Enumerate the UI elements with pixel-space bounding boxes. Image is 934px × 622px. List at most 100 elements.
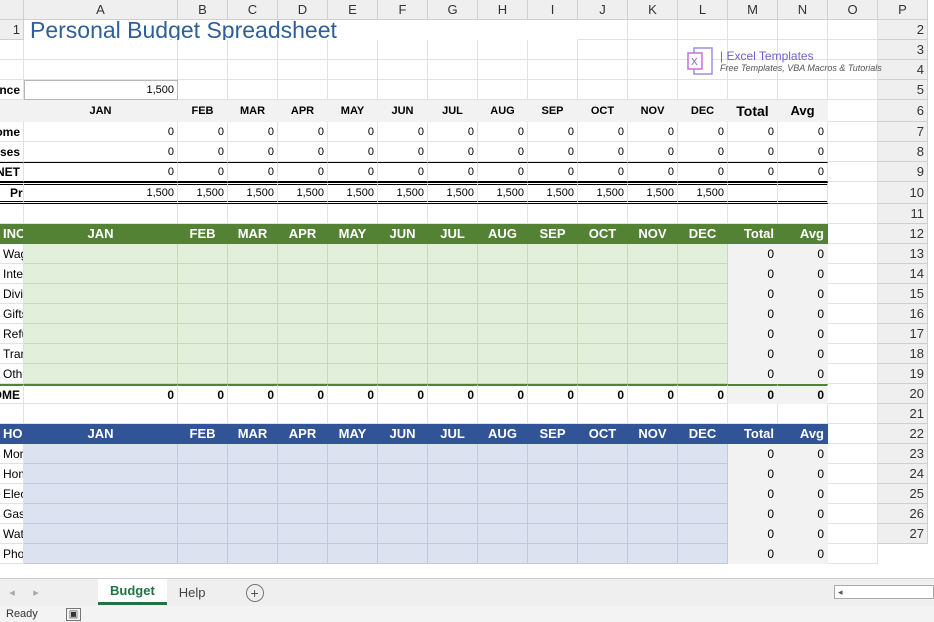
summary-value[interactable]: 0 <box>478 122 528 142</box>
scroll-left-icon[interactable]: ◂ <box>835 587 843 598</box>
income-entry-cell[interactable] <box>178 304 228 324</box>
income-entry-cell[interactable] <box>578 364 628 384</box>
summary-value[interactable]: 0 <box>378 142 428 162</box>
home-entry-cell[interactable] <box>478 544 528 564</box>
income-entry-cell[interactable] <box>378 284 428 304</box>
projected-balance-value[interactable]: 1,500 <box>628 182 678 204</box>
cell[interactable] <box>678 204 728 224</box>
home-row-avg[interactable]: 0 <box>778 544 828 564</box>
row-header[interactable]: 13 <box>878 244 928 264</box>
income-entry-cell[interactable] <box>378 244 428 264</box>
cell[interactable] <box>828 244 878 264</box>
row-header[interactable]: 17 <box>878 324 928 344</box>
income-entry-cell[interactable] <box>328 324 378 344</box>
home-entry-cell[interactable] <box>578 484 628 504</box>
income-entry-cell[interactable] <box>278 364 328 384</box>
summary-value[interactable]: 0 <box>428 142 478 162</box>
row-header[interactable]: 4 <box>878 60 928 80</box>
cell[interactable] <box>228 60 278 80</box>
home-entry-cell[interactable] <box>528 444 578 464</box>
income-entry-cell[interactable] <box>628 364 678 384</box>
total-income-value[interactable]: 0 <box>628 384 678 404</box>
cell[interactable] <box>828 304 878 324</box>
home-entry-cell[interactable] <box>228 444 278 464</box>
income-entry-cell[interactable] <box>528 324 578 344</box>
summary-value[interactable]: 0 <box>678 122 728 142</box>
cell[interactable] <box>428 404 478 424</box>
summary-value[interactable]: 0 <box>178 142 228 162</box>
cell[interactable] <box>678 80 728 100</box>
income-entry-cell[interactable] <box>528 284 578 304</box>
total-income-value[interactable]: 0 <box>578 384 628 404</box>
income-entry-cell[interactable] <box>478 244 528 264</box>
row-header[interactable]: 24 <box>878 464 928 484</box>
projected-balance-value[interactable]: 1,500 <box>278 182 328 204</box>
income-row-total[interactable]: 0 <box>728 284 778 304</box>
income-entry-cell[interactable] <box>428 244 478 264</box>
home-entry-cell[interactable] <box>378 444 428 464</box>
income-entry-cell[interactable] <box>428 324 478 344</box>
column-header[interactable]: D <box>278 0 328 20</box>
starting-balance-input[interactable]: 1,500 <box>24 80 178 100</box>
summary-value[interactable]: 0 <box>378 122 428 142</box>
horizontal-scrollbar[interactable]: ◂ <box>834 585 934 599</box>
summary-value[interactable]: 0 <box>578 142 628 162</box>
cell[interactable] <box>24 60 178 80</box>
home-entry-cell[interactable] <box>278 484 328 504</box>
income-entry-cell[interactable] <box>228 264 278 284</box>
home-entry-cell[interactable] <box>528 504 578 524</box>
row-header[interactable]: 20 <box>878 384 928 404</box>
income-row-avg[interactable]: 0 <box>778 304 828 324</box>
cell[interactable] <box>428 204 478 224</box>
home-entry-cell[interactable] <box>278 504 328 524</box>
home-entry-cell[interactable] <box>628 524 678 544</box>
cell[interactable] <box>378 80 428 100</box>
income-entry-cell[interactable] <box>628 284 678 304</box>
row-header[interactable]: 6 <box>878 100 928 122</box>
cell[interactable] <box>828 142 878 162</box>
cell[interactable] <box>628 80 678 100</box>
home-entry-cell[interactable] <box>578 544 628 564</box>
income-entry-cell[interactable] <box>478 304 528 324</box>
home-entry-cell[interactable] <box>578 504 628 524</box>
cell[interactable] <box>628 40 678 60</box>
cell[interactable] <box>828 162 878 182</box>
home-entry-cell[interactable] <box>628 484 678 504</box>
summary-value[interactable]: 0 <box>328 122 378 142</box>
cell[interactable] <box>528 60 578 80</box>
summary-value[interactable]: 0 <box>678 162 728 182</box>
summary-value[interactable]: 0 <box>628 122 678 142</box>
next-sheet-icon[interactable]: ▸ <box>24 586 48 599</box>
home-entry-cell[interactable] <box>328 524 378 544</box>
cell[interactable] <box>828 464 878 484</box>
total-income-value[interactable]: 0 <box>178 384 228 404</box>
home-row-avg[interactable]: 0 <box>778 504 828 524</box>
home-entry-cell[interactable] <box>378 524 428 544</box>
income-entry-cell[interactable] <box>528 364 578 384</box>
cell[interactable] <box>328 40 378 60</box>
projected-balance-value[interactable]: 1,500 <box>378 182 428 204</box>
row-header[interactable]: 5 <box>878 80 928 100</box>
income-entry-cell[interactable] <box>278 304 328 324</box>
cell[interactable] <box>178 40 228 60</box>
cell[interactable] <box>578 40 628 60</box>
home-entry-cell[interactable] <box>24 524 178 544</box>
income-row-avg[interactable]: 0 <box>778 364 828 384</box>
home-row-total[interactable]: 0 <box>728 544 778 564</box>
cell[interactable] <box>828 324 878 344</box>
summary-value[interactable]: 0 <box>528 122 578 142</box>
cell[interactable] <box>828 424 878 444</box>
total-income-total[interactable]: 0 <box>728 384 778 404</box>
cell[interactable] <box>528 40 578 60</box>
cell[interactable] <box>828 284 878 304</box>
summary-value[interactable]: 0 <box>728 122 778 142</box>
cell[interactable] <box>228 404 278 424</box>
total-income-value[interactable]: 0 <box>328 384 378 404</box>
income-entry-cell[interactable] <box>478 344 528 364</box>
summary-value[interactable]: 0 <box>428 162 478 182</box>
cell[interactable] <box>428 40 478 60</box>
income-row-total[interactable]: 0 <box>728 364 778 384</box>
home-entry-cell[interactable] <box>278 544 328 564</box>
row-header[interactable]: 26 <box>878 504 928 524</box>
projected-balance-value[interactable]: 1,500 <box>178 182 228 204</box>
